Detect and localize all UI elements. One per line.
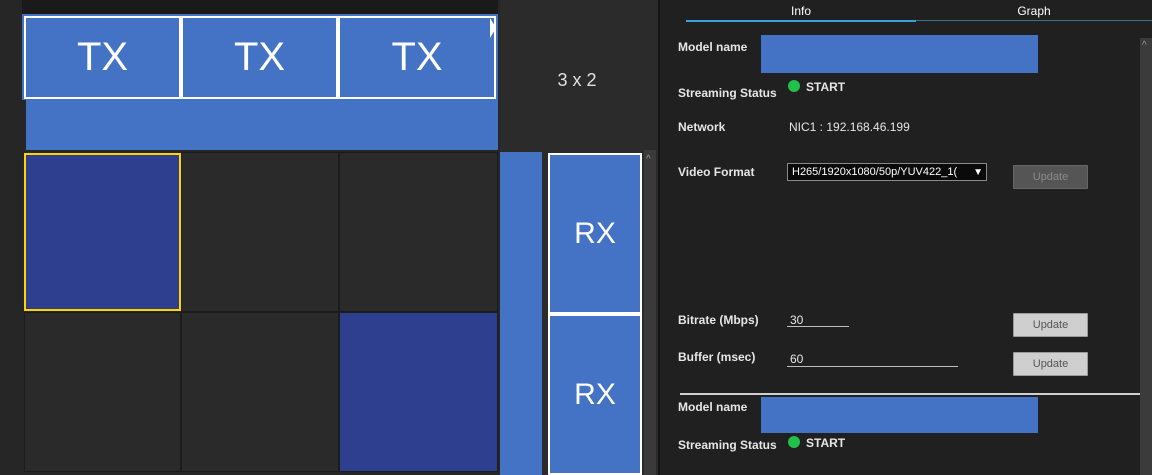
tab-info[interactable]: Info [686,0,916,22]
buffer-update-button[interactable]: Update [1013,352,1088,376]
streaming-status-value: START [806,436,846,450]
rx-scrollbar[interactable] [644,150,656,475]
tx-source-1[interactable]: TX [24,16,181,99]
rx-display-1[interactable]: RX [548,153,642,314]
buffer-input-underline [787,366,958,367]
bitrate-input-underline [787,326,849,327]
network-label: Network [678,120,726,134]
bitrate-label: Bitrate (Mbps) [678,313,759,327]
rx-label: RX [574,216,616,250]
buffer-label: Buffer (msec) [678,350,756,364]
panel-scrollbar[interactable] [1140,38,1152,475]
video-format-select[interactable]: H265/1920x1080/50p/YUV422_1( ▼ [787,163,987,181]
bitrate-update-button[interactable]: Update [1013,313,1088,337]
scroll-right-icon[interactable] [490,18,496,38]
scroll-up-icon[interactable]: ^ [646,154,651,165]
rx-label: RX [574,377,616,411]
bitrate-input[interactable]: 30 [790,313,803,327]
buffer-input[interactable]: 60 [790,352,803,366]
streaming-status-label: Streaming Status [678,438,777,452]
tx-label: TX [233,35,286,79]
status-dot-icon [788,80,800,92]
video-format-label: Video Format [678,165,755,179]
layout-size-label: 3 x 2 [557,69,597,90]
tab-graph[interactable]: Graph [916,0,1152,22]
rx-assignment-strip [500,152,542,475]
tab-graph-indicator [916,20,1152,21]
rx-display-2[interactable]: RX [548,314,642,475]
model-name-label: Model name [678,400,748,414]
tx-source-2[interactable]: TX [181,16,338,99]
video-format-update-button[interactable]: Update [1013,165,1088,189]
matrix-cell[interactable] [24,312,181,472]
matrix-cell[interactable] [339,152,498,312]
tab-info-indicator [686,20,916,22]
matrix-cell-assigned[interactable] [339,312,498,472]
network-value: NIC1 : 192.168.46.199 [789,120,910,134]
chevron-down-icon: ▼ [973,167,983,178]
scroll-up-icon[interactable]: ^ [1142,40,1147,51]
model-name-label: Model name [678,40,748,54]
tx-label: TX [391,35,443,79]
model-name-value [761,397,1038,433]
matrix-top-edge [22,0,498,14]
status-dot-icon [788,436,800,448]
matrix-cell[interactable] [181,152,339,312]
tx-assignment-strip [26,100,498,150]
tx-label: TX [76,35,129,79]
streaming-status-value: START [806,80,846,94]
streaming-status-label: Streaming Status [678,86,777,100]
matrix-cell[interactable] [181,312,339,472]
model-name-value [761,35,1038,73]
matrix-cell-selected[interactable] [24,153,181,311]
video-format-value: H265/1920x1080/50p/YUV422_1( [792,166,958,178]
tx-source-3[interactable]: TX [338,16,496,99]
device-separator [680,393,1140,395]
